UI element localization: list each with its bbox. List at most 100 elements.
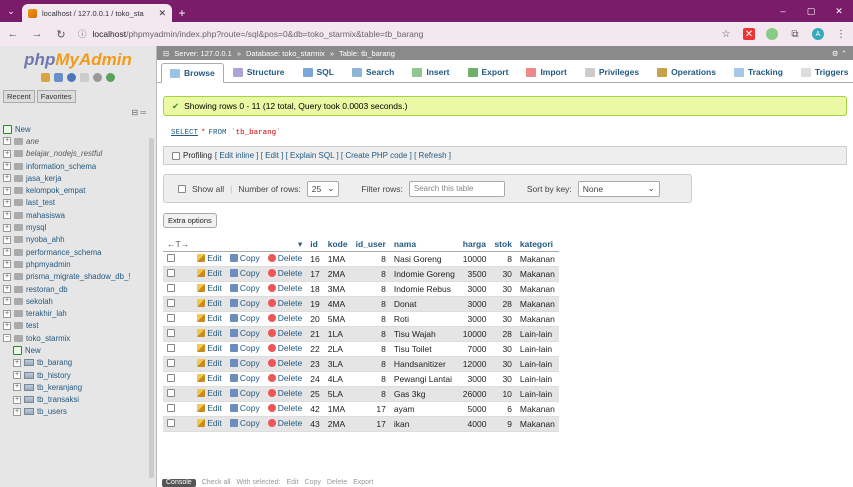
- cell-nama[interactable]: Nasi Goreng: [389, 251, 459, 267]
- delete-row-button[interactable]: Delete: [267, 298, 302, 308]
- cell-kategori[interactable]: Makanan: [515, 281, 559, 297]
- cell-kategori[interactable]: Lain-lain: [515, 371, 559, 387]
- edit-row-button[interactable]: Edit: [197, 343, 222, 353]
- tab-triggers[interactable]: Triggers: [792, 62, 853, 82]
- extension-icon[interactable]: [766, 28, 778, 40]
- cell-kategori[interactable]: Makanan: [515, 311, 559, 327]
- cell-harga[interactable]: 12000: [458, 356, 491, 372]
- copy-row-button[interactable]: Copy: [229, 283, 260, 293]
- tab-search-icon[interactable]: ⌄: [0, 0, 22, 22]
- cell-kategori[interactable]: Lain-lain: [515, 326, 559, 342]
- cell-id[interactable]: 18: [306, 281, 324, 297]
- nav-scrollbar[interactable]: [149, 138, 154, 478]
- cell-kode[interactable]: 1LA: [323, 326, 352, 342]
- tab-operations[interactable]: Operations: [648, 62, 725, 82]
- cell-kategori[interactable]: Makanan: [515, 296, 559, 312]
- cell-kategori[interactable]: Makanan: [515, 251, 559, 267]
- home-icon[interactable]: [41, 73, 50, 82]
- check-all-link[interactable]: Check all: [202, 479, 231, 487]
- expand-icon[interactable]: +: [3, 272, 11, 281]
- expand-icon[interactable]: +: [3, 223, 11, 232]
- tree-table-tb_barang[interactable]: + tb_barang: [3, 357, 156, 369]
- restore-icon[interactable]: ▢: [797, 6, 825, 17]
- tab-browse[interactable]: Browse: [161, 63, 224, 83]
- copy-row-button[interactable]: Copy: [229, 313, 260, 323]
- tab-export[interactable]: Export: [459, 62, 518, 82]
- copy-row-button[interactable]: Copy: [229, 373, 260, 383]
- column-header-stok[interactable]: stok: [490, 238, 516, 252]
- cell-kode[interactable]: 3MA: [323, 281, 352, 297]
- cell-id[interactable]: 22: [306, 341, 324, 357]
- cell-stok[interactable]: 6: [490, 401, 516, 417]
- expand-icon[interactable]: +: [3, 137, 11, 146]
- cell-kode[interactable]: 4LA: [323, 371, 352, 387]
- tree-database-performance_schema[interactable]: + performance_schema: [3, 246, 156, 258]
- tree-new-table[interactable]: New: [3, 344, 156, 356]
- expand-icon[interactable]: +: [3, 162, 11, 171]
- expand-icon[interactable]: +: [3, 174, 11, 183]
- row-checkbox[interactable]: [167, 358, 175, 367]
- expand-icon[interactable]: +: [3, 260, 11, 269]
- query-links[interactable]: [ Edit inline ] [ Edit ] [ Explain SQL ]…: [215, 151, 451, 160]
- cell-nama[interactable]: Pewangi Lantai: [389, 371, 459, 387]
- row-checkbox[interactable]: [167, 343, 175, 352]
- tree-table-tb_users[interactable]: + tb_users: [3, 406, 156, 418]
- tab-structure[interactable]: Structure: [224, 62, 294, 82]
- cell-harga[interactable]: 3000: [458, 311, 491, 327]
- copy-row-button[interactable]: Copy: [229, 328, 260, 338]
- cell-id[interactable]: 21: [306, 326, 324, 342]
- delete-row-button[interactable]: Delete: [267, 268, 302, 278]
- cell-id[interactable]: 17: [306, 266, 324, 282]
- tree-database-ane[interactable]: + ane: [3, 135, 156, 147]
- expand-icon[interactable]: +: [13, 371, 21, 380]
- bulk-export-button[interactable]: Export: [353, 479, 373, 487]
- delete-row-button[interactable]: Delete: [267, 373, 302, 383]
- recent-tab[interactable]: Recent: [3, 90, 35, 103]
- edit-row-button[interactable]: Edit: [197, 373, 222, 383]
- show-all-checkbox[interactable]: [178, 184, 186, 193]
- tree-database-information_schema[interactable]: + information_schema: [3, 160, 156, 172]
- cell-stok[interactable]: 9: [490, 416, 516, 432]
- delete-row-button[interactable]: Delete: [267, 313, 302, 323]
- cell-stok[interactable]: 8: [490, 251, 516, 267]
- expand-icon[interactable]: +: [13, 358, 21, 367]
- cell-nama[interactable]: Indomie Rebus: [389, 281, 459, 297]
- tab-privileges[interactable]: Privileges: [576, 62, 648, 82]
- extensions-puzzle-icon[interactable]: ⧉: [789, 28, 801, 40]
- cell-id_user[interactable]: 8: [351, 281, 390, 297]
- cell-id_user[interactable]: 8: [351, 326, 390, 342]
- breadcrumb-collapse-icon[interactable]: ⊟: [163, 49, 169, 58]
- cell-id_user[interactable]: 17: [351, 401, 390, 417]
- row-checkbox[interactable]: [167, 373, 175, 382]
- settings-gear-icon[interactable]: ⚙ ⌃: [832, 49, 853, 58]
- cell-id_user[interactable]: 8: [351, 251, 390, 267]
- tree-database-sekolah[interactable]: + sekolah: [3, 295, 156, 307]
- cell-harga[interactable]: 26000: [458, 386, 491, 402]
- breadcrumb-table[interactable]: Table: tb_barang: [339, 49, 395, 58]
- help-icon[interactable]: [67, 73, 76, 82]
- tab-import[interactable]: Import: [517, 62, 575, 82]
- bulk-edit-button[interactable]: Edit: [286, 479, 298, 487]
- cell-stok[interactable]: 30: [490, 356, 516, 372]
- cell-nama[interactable]: Roti: [389, 311, 459, 327]
- cell-id[interactable]: 16: [306, 251, 324, 267]
- breadcrumb-database[interactable]: Database: toko_starmix: [246, 49, 325, 58]
- expand-icon[interactable]: +: [3, 149, 11, 158]
- cell-harga[interactable]: 10000: [458, 326, 491, 342]
- copy-row-button[interactable]: Copy: [229, 268, 260, 278]
- cell-stok[interactable]: 30: [490, 281, 516, 297]
- sql-query-box[interactable]: SELECT * FROM `tb_barang`: [163, 122, 847, 144]
- cell-kategori[interactable]: Lain-lain: [515, 386, 559, 402]
- cell-kode[interactable]: 2MA: [323, 416, 352, 432]
- cell-kode[interactable]: 5LA: [323, 386, 352, 402]
- sort-by-key-select[interactable]: None ⌄: [577, 180, 660, 197]
- tree-database-mysql[interactable]: + mysql: [3, 221, 156, 233]
- copy-row-button[interactable]: Copy: [229, 343, 260, 353]
- delete-row-button[interactable]: Delete: [267, 388, 302, 398]
- expand-icon[interactable]: +: [3, 248, 11, 257]
- cell-kategori[interactable]: Makanan: [515, 266, 559, 282]
- copy-row-button[interactable]: Copy: [229, 253, 260, 263]
- profile-avatar-icon[interactable]: A: [812, 28, 824, 40]
- new-tab-button[interactable]: +: [172, 4, 192, 22]
- expand-icon[interactable]: +: [3, 321, 11, 330]
